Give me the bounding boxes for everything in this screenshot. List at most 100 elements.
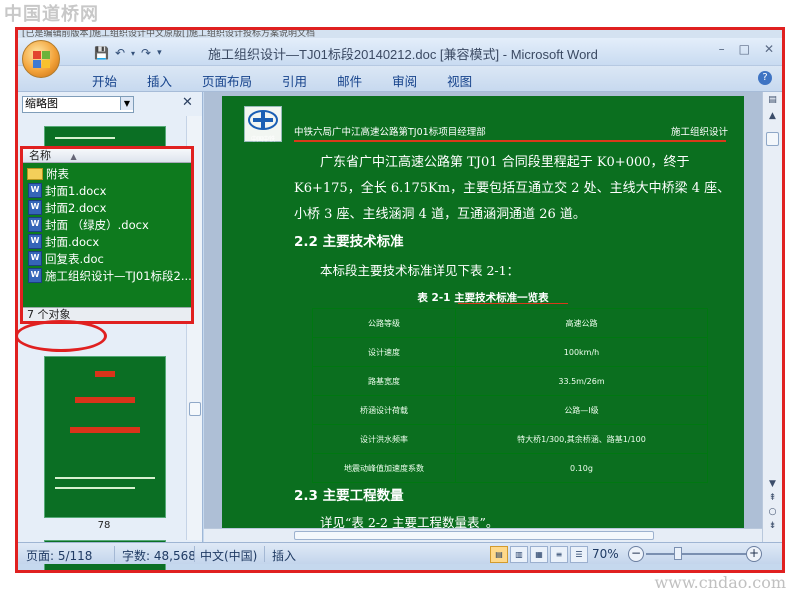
- table-cell-key: 公路等级: [312, 308, 456, 338]
- undo-icon[interactable]: ↶: [115, 46, 125, 60]
- document-horizontal-scrollbar[interactable]: [204, 528, 762, 542]
- previous-page-icon[interactable]: ⇞: [765, 492, 780, 504]
- next-page-icon[interactable]: ⇟: [765, 520, 780, 532]
- table-row: 地震动峰值加速度系数 0.10g: [312, 453, 708, 483]
- document-page[interactable]: 中国中铁 中铁六局广中江高速公路第TJ01标项目经理部 施工组织设计 广东省广中…: [222, 96, 744, 542]
- file-list: 附表 W 封面1.docx W 封面2.docx W 封面 （绿皮）.docx W 封面…: [25, 165, 191, 284]
- status-separator: [264, 546, 265, 562]
- status-word-count[interactable]: 字数: 48,568: [122, 547, 196, 564]
- tab-home[interactable]: 开始: [80, 71, 129, 90]
- paragraph-standards-intro: 本标段主要技术标准详见下表 2-1：: [320, 263, 520, 278]
- document-vertical-scrollbar[interactable]: ▤ ▲ ▼ ⇞ ○ ⇟: [762, 92, 782, 542]
- quick-access-toolbar: 💾 ↶ ▾ ↷ ▾: [94, 44, 162, 62]
- list-item[interactable]: W 封面1.docx: [25, 182, 191, 199]
- view-buttons: ▤ ▥ ▦ ≡ ☰: [490, 546, 588, 563]
- pane-close-icon[interactable]: ✕: [182, 95, 193, 110]
- minimize-button[interactable]: –: [719, 42, 725, 56]
- file-name: 封面1.docx: [45, 183, 107, 198]
- column-header-name[interactable]: 名称 ▲: [23, 149, 191, 163]
- table-row: 设计速度 100km/h: [312, 337, 708, 367]
- word-doc-icon: W: [28, 268, 42, 283]
- logo-text: 中国中铁: [250, 136, 275, 143]
- table-row: 路基宽度 33.5m/26m: [312, 366, 708, 396]
- table-caption-underline: [458, 303, 568, 304]
- list-item[interactable]: W 回复表.doc: [25, 250, 191, 267]
- help-icon[interactable]: ?: [758, 71, 772, 85]
- scroll-down-icon[interactable]: ▼: [765, 478, 780, 490]
- table-cell-key: 设计洪水频率: [312, 424, 456, 454]
- zoom-in-icon[interactable]: +: [746, 546, 762, 562]
- thumbnail-scroll-thumb[interactable]: [189, 402, 201, 416]
- status-insert-mode[interactable]: 插入: [272, 547, 296, 564]
- status-separator: [114, 546, 115, 562]
- ribbon-tabs-bar: 开始 插入 页面布局 引用 邮件 审阅 视图 ?: [18, 66, 782, 92]
- chevron-down-icon: ▼: [120, 96, 133, 110]
- pane-header: 缩略图 ▼: [22, 95, 134, 113]
- list-item[interactable]: W 封面2.docx: [25, 199, 191, 216]
- table-cell-value: 公路—I级: [455, 395, 708, 425]
- file-count-status: 7 个对象: [23, 307, 191, 321]
- word-doc-icon: W: [28, 251, 42, 266]
- status-language[interactable]: 中文(中国): [200, 547, 257, 564]
- word-doc-icon: W: [28, 217, 42, 232]
- word-doc-icon: W: [28, 200, 42, 215]
- header-rule: [294, 140, 726, 142]
- file-name: 封面2.docx: [45, 200, 107, 215]
- tab-review[interactable]: 审阅: [380, 71, 429, 90]
- outline-view-icon[interactable]: ≡: [550, 546, 568, 563]
- ruler-toggle-icon[interactable]: ▤: [765, 94, 780, 106]
- print-layout-icon[interactable]: ▤: [490, 546, 508, 563]
- tab-page-layout[interactable]: 页面布局: [190, 71, 264, 90]
- file-name: 封面 （绿皮）.docx: [45, 217, 149, 232]
- web-layout-icon[interactable]: ▦: [530, 546, 548, 563]
- tab-view[interactable]: 视图: [435, 71, 484, 90]
- background-window-strip: [已是编辑前版本]施工组织设计中文原版[]施工组织设计投标方案说明文档: [18, 30, 782, 38]
- document-area: 中国中铁 中铁六局广中江高速公路第TJ01标项目经理部 施工组织设计 广东省广中…: [204, 92, 782, 542]
- watermark-bottom: www.cndao.com: [654, 573, 786, 592]
- status-page[interactable]: 页面: 5/118: [26, 547, 92, 564]
- draft-view-icon[interactable]: ☰: [570, 546, 588, 563]
- ribbon-tabs: 开始 插入 页面布局 引用 邮件 审阅 视图: [80, 71, 490, 90]
- status-bar: 页面: 5/118 字数: 48,568 中文(中国) 插入 ▤ ▥ ▦ ≡ ☰…: [18, 542, 782, 564]
- tab-references[interactable]: 引用: [270, 71, 319, 90]
- save-icon[interactable]: 💾: [94, 46, 109, 60]
- title-bar: 💾 ↶ ▾ ↷ ▾ 施工组织设计—TJ01标段20140212.doc [兼容模…: [18, 38, 782, 66]
- tab-mailings[interactable]: 邮件: [325, 71, 374, 90]
- table-cell-key: 路基宽度: [312, 366, 456, 396]
- file-name: 施工组织设计—TJ01标段2...: [45, 268, 191, 283]
- horizontal-scroll-thumb[interactable]: [294, 531, 654, 540]
- zoom-out-icon[interactable]: −: [628, 546, 644, 562]
- scroll-up-icon[interactable]: ▲: [765, 110, 780, 122]
- page-header-left: 中铁六局广中江高速公路第TJ01标项目经理部: [294, 127, 486, 138]
- table-cell-value: 33.5m/26m: [455, 366, 708, 396]
- full-screen-reading-icon[interactable]: ▥: [510, 546, 528, 563]
- table-row: 公路等级 高速公路: [312, 308, 708, 338]
- table-cell-value: 高速公路: [455, 308, 708, 338]
- thumbnail-page-number: 78: [97, 520, 111, 531]
- highlight-circle: [15, 320, 107, 352]
- list-item[interactable]: W 施工组织设计—TJ01标段2...: [25, 267, 191, 284]
- document-scroll-thumb[interactable]: [766, 132, 779, 146]
- list-item[interactable]: W 封面.docx: [25, 233, 191, 250]
- customize-toolbar-icon[interactable]: ▾: [157, 48, 162, 58]
- zoom-level[interactable]: 70%: [592, 547, 619, 561]
- window-title: 施工组织设计—TJ01标段20140212.doc [兼容模式] - Micro…: [208, 47, 598, 62]
- maximize-button[interactable]: □: [739, 42, 750, 56]
- office-logo-icon: [33, 51, 51, 69]
- file-name: 回复表.doc: [45, 251, 104, 266]
- tab-insert[interactable]: 插入: [135, 71, 184, 90]
- office-button[interactable]: [22, 40, 60, 78]
- zoom-slider[interactable]: [646, 553, 746, 555]
- table-cell-value: 100km/h: [455, 337, 708, 367]
- pane-mode-select[interactable]: 缩略图 ▼: [22, 95, 134, 113]
- close-button[interactable]: ✕: [764, 42, 774, 56]
- file-name: 封面.docx: [45, 234, 100, 249]
- list-item[interactable]: 附表: [25, 165, 191, 182]
- list-item[interactable]: W 封面 （绿皮）.docx: [25, 216, 191, 233]
- redo-icon[interactable]: ↷: [141, 46, 151, 60]
- page-thumbnail-current[interactable]: [44, 356, 166, 518]
- status-separator: [194, 546, 195, 562]
- undo-dropdown-icon[interactable]: ▾: [131, 49, 135, 58]
- zoom-slider-knob[interactable]: [674, 547, 682, 560]
- browse-object-icon[interactable]: ○: [765, 506, 780, 518]
